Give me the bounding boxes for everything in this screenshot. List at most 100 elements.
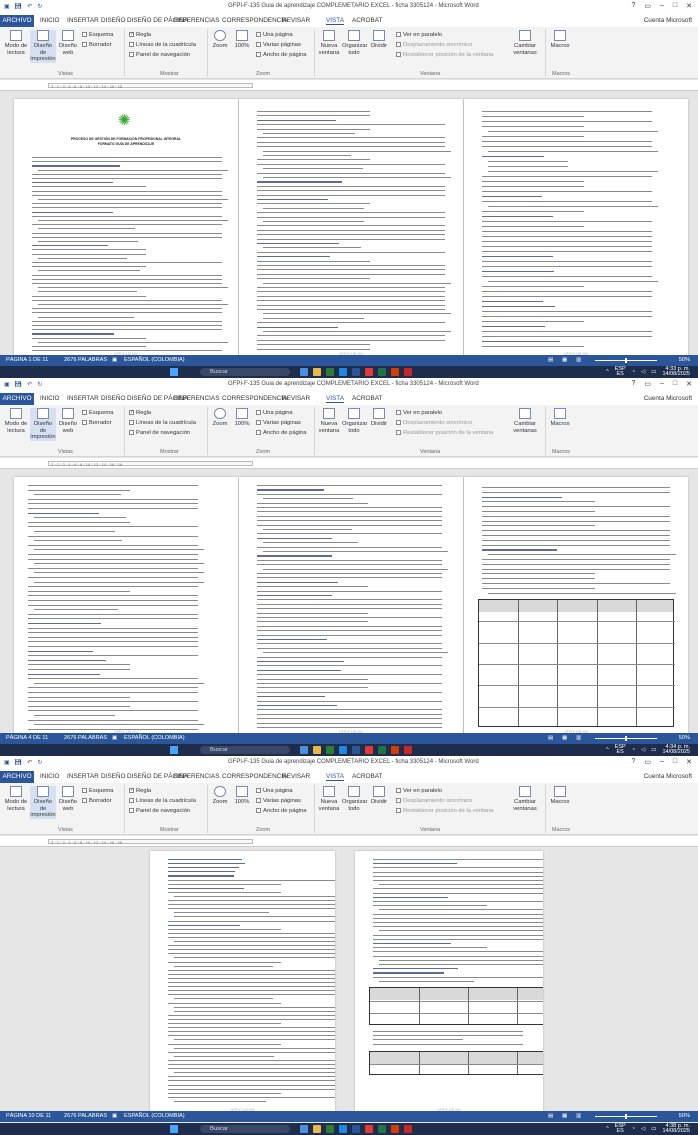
macros-button[interactable]: Macros [549, 408, 571, 428]
multiple-pages-button[interactable]: Varias páginas [256, 42, 301, 49]
task-view-icon[interactable] [300, 746, 308, 754]
zoom-level[interactable]: 50% [679, 735, 690, 741]
redo-icon[interactable]: ↻ [37, 3, 42, 10]
excel-app-icon[interactable] [378, 1125, 386, 1133]
read-mode-button[interactable]: Modo de lectura [3, 30, 29, 56]
acrobat-app-icon[interactable] [404, 1125, 412, 1133]
tab-vista[interactable]: VISTA [326, 773, 344, 781]
sync-scroll-button[interactable]: Desplazamiento sincrónico [396, 798, 472, 805]
redo-icon[interactable]: ↻ [37, 759, 42, 766]
nav-pane-checkbox[interactable]: Panel de navegación [129, 808, 190, 815]
input-language[interactable]: ESP ES [615, 366, 626, 377]
print-view-icon[interactable]: ▦ [562, 735, 567, 741]
web-view-icon[interactable]: ▥ [576, 1113, 581, 1119]
web-layout-button[interactable]: Diseño web [58, 408, 78, 434]
sync-scroll-button[interactable]: Desplazamiento sincrónico [396, 42, 472, 49]
print-layout-button[interactable]: Diseño de impresión [30, 408, 56, 441]
edge-icon[interactable] [339, 1125, 347, 1133]
document-area[interactable]: ✺ PROCESO DE GESTIÓN DE FORMACIÓN PROFESI… [0, 91, 698, 361]
redo-icon[interactable]: ↻ [37, 381, 42, 388]
document-page[interactable]: ✺ PROCESO DE GESTIÓN DE FORMACIÓN PROFESI… [14, 99, 238, 361]
tab-acrobat[interactable]: ACROBAT [352, 17, 382, 24]
tab-correspondencia[interactable]: CORRESPONDENCIA [222, 17, 287, 24]
edge-icon[interactable] [339, 368, 347, 376]
word-count[interactable]: 2676 PALABRAS [64, 735, 107, 741]
edge-icon[interactable] [339, 746, 347, 754]
chevron-up-icon[interactable]: ^ [606, 747, 609, 753]
switch-windows-button[interactable]: Cambiar ventanas [510, 786, 540, 812]
language[interactable]: ESPAÑOL (COLOMBIA) [124, 1113, 185, 1119]
powerpoint-app-icon[interactable] [391, 746, 399, 754]
print-view-icon[interactable]: ▦ [562, 357, 567, 363]
page-width-button[interactable]: Ancho de página [256, 52, 307, 59]
task-view-icon[interactable] [300, 1125, 308, 1133]
acrobat-app-icon[interactable] [404, 746, 412, 754]
chrome-icon[interactable] [365, 1125, 373, 1133]
account-name[interactable]: Cuenta Microsoft [644, 17, 692, 24]
tab-correspondencia[interactable]: CORRESPONDENCIA [222, 773, 287, 780]
proofing-icon[interactable]: ▣ [112, 1113, 117, 1119]
document-page[interactable]: GFPI-F-135 V04 [464, 477, 688, 739]
save-icon[interactable]: 💾︎ [15, 3, 23, 10]
account-name[interactable]: Cuenta Microsoft [644, 773, 692, 780]
word-app-icon[interactable] [352, 368, 360, 376]
tab-diseño[interactable]: DISEÑO [101, 395, 126, 402]
tab-archivo[interactable]: ARCHIVO [0, 771, 34, 783]
word-app-icon[interactable] [352, 1125, 360, 1133]
word-app-icon[interactable] [352, 746, 360, 754]
horizontal-ruler[interactable]: 2 · 1 · 2 · 4 · 6 · 8 · 10 · 12 · 14 · 1… [0, 836, 698, 847]
tab-diseño[interactable]: DISEÑO [101, 17, 126, 24]
gridlines-checkbox[interactable]: Líneas de la cuadrícula [129, 420, 196, 427]
document-page[interactable]: GFPI-F-135 V04 [150, 851, 335, 1117]
chevron-up-icon[interactable]: ^ [606, 369, 609, 375]
side-by-side-button[interactable]: Ver en paralelo [396, 788, 442, 795]
document-page[interactable]: GFPI-F-135 V04 [239, 477, 463, 739]
reset-window-button[interactable]: Restablecer posición de la ventana [396, 52, 493, 59]
chrome-icon[interactable] [365, 746, 373, 754]
print-layout-button[interactable]: Diseño de impresión [30, 786, 56, 819]
undo-icon[interactable]: ↶ [27, 759, 32, 766]
zoom-button[interactable]: Zoom [210, 786, 230, 806]
switch-windows-button[interactable]: Cambiar ventanas [510, 408, 540, 434]
switch-windows-button[interactable]: Cambiar ventanas [510, 30, 540, 56]
document-page[interactable]: GFPI-F-135 V04 [239, 99, 463, 361]
network-icon[interactable]: ◔ [632, 747, 635, 753]
gridlines-checkbox[interactable]: Líneas de la cuadrícula [129, 798, 196, 805]
web-view-icon[interactable]: ▥ [576, 735, 581, 741]
save-icon[interactable]: 💾︎ [15, 759, 23, 766]
undo-icon[interactable]: ↶ [27, 3, 32, 10]
one-page-button[interactable]: Una página [256, 788, 293, 795]
outline-button[interactable]: Esquema [82, 410, 114, 417]
macros-button[interactable]: Macros [549, 30, 571, 50]
nav-pane-checkbox[interactable]: Panel de navegación [129, 430, 190, 437]
undo-icon[interactable]: ↶ [27, 381, 32, 388]
side-by-side-button[interactable]: Ver en paralelo [396, 32, 442, 39]
ruler-checkbox[interactable]: Regla [129, 32, 151, 39]
zoom-button[interactable]: Zoom [210, 408, 230, 428]
powerpoint-app-icon[interactable] [391, 368, 399, 376]
account-name[interactable]: Cuenta Microsoft [644, 395, 692, 402]
tab-vista[interactable]: VISTA [326, 17, 344, 25]
zoom-level[interactable]: 50% [679, 357, 690, 363]
excel-app-icon[interactable] [378, 368, 386, 376]
web-layout-button[interactable]: Diseño web [58, 786, 78, 812]
volume-icon[interactable]: ◁ [641, 1126, 645, 1132]
help-button[interactable]: ? [631, 2, 635, 10]
side-by-side-button[interactable]: Ver en paralelo [396, 410, 442, 417]
document-area[interactable]: GFPI-F-135 V04 GFPI-F-135 V04 GFPI-F-135 V… [0, 469, 698, 739]
arrange-all-button[interactable]: Organizar todo [342, 408, 367, 434]
page-width-button[interactable]: Ancho de página [256, 808, 307, 815]
gridlines-checkbox[interactable]: Líneas de la cuadrícula [129, 42, 196, 49]
tab-insertar[interactable]: INSERTAR [67, 395, 99, 402]
task-view-icon[interactable] [300, 368, 308, 376]
page-width-button[interactable]: Ancho de página [256, 430, 307, 437]
zoom-100-button[interactable]: 100% [232, 30, 252, 50]
close-icon[interactable]: ✕ [686, 758, 692, 766]
document-page[interactable]: GFPI-F-135 V04 [355, 851, 543, 1117]
proofing-icon[interactable]: ▣ [112, 735, 117, 741]
multiple-pages-button[interactable]: Varias páginas [256, 798, 301, 805]
web-view-icon[interactable]: ▥ [576, 357, 581, 363]
page-counter[interactable]: PÁGINA 10 DE 11 [6, 1113, 51, 1119]
help-button[interactable]: ? [631, 758, 635, 766]
store-icon[interactable] [326, 368, 334, 376]
